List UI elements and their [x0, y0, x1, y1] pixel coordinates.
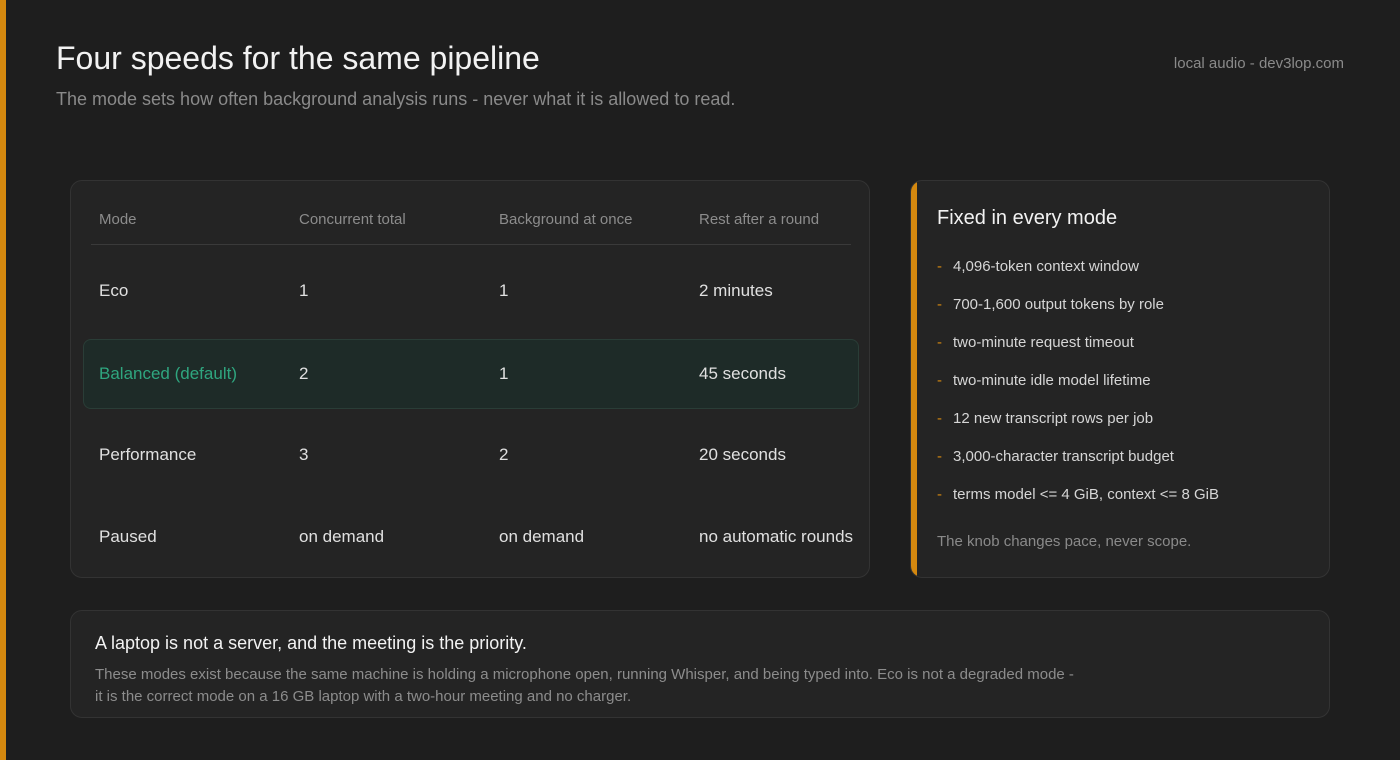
dash-icon: - — [937, 372, 942, 389]
column-header-mode: Mode — [99, 211, 137, 228]
cell-rest: 45 seconds — [699, 364, 786, 383]
dash-icon: - — [937, 448, 942, 465]
cell-mode: Balanced (default) — [99, 364, 237, 383]
table-row-eco: Eco 1 1 2 minutes — [83, 257, 859, 327]
cell-mode: Eco — [99, 281, 129, 300]
table-row-balanced: Balanced (default) 2 1 45 seconds — [83, 339, 859, 409]
cell-rest: 20 seconds — [699, 445, 786, 464]
cell-background: 1 — [499, 364, 509, 383]
page-title: Four speeds for the same pipeline — [56, 40, 540, 76]
dash-icon: - — [937, 486, 942, 503]
page-subtitle: The mode sets how often background analy… — [56, 89, 736, 109]
list-item: -12 new transcript rows per job — [937, 410, 1154, 427]
cell-mode: Paused — [99, 527, 157, 546]
table-row-performance: Performance 3 2 20 seconds — [83, 421, 859, 491]
cell-concurrent: 2 — [299, 364, 309, 383]
list-item: - terms model <= 4 GiB, context <= 8 GiB — [937, 486, 1219, 503]
note-title: A laptop is not a server, and the meetin… — [95, 633, 527, 653]
cell-concurrent: 1 — [299, 281, 309, 300]
left-accent-bar — [0, 0, 6, 760]
cell-rest: no automatic rounds — [699, 527, 854, 546]
modes-table: Mode Concurrent total Background at once… — [70, 180, 870, 578]
dash-icon: - — [937, 258, 942, 275]
cell-background: on demand — [499, 527, 585, 546]
column-header-concurrent: Concurrent total — [299, 211, 406, 228]
cell-background: 1 — [499, 281, 509, 300]
priority-note-card: A laptop is not a server, and the meetin… — [70, 610, 1330, 718]
cell-concurrent: 3 — [299, 445, 309, 464]
column-header-rest: Rest after a round — [699, 211, 820, 228]
cell-background: 2 — [499, 445, 509, 464]
dash-icon: - — [937, 410, 942, 427]
cell-mode: Performance — [99, 445, 197, 464]
fixed-card-title: Fixed in every mode — [937, 207, 1118, 229]
cell-concurrent: on demand — [299, 527, 385, 546]
list-item: -700-1,600 output tokens by role — [937, 296, 1164, 313]
list-item: -4,096-token context window — [937, 258, 1139, 275]
column-header-background: Background at once — [499, 211, 633, 228]
cell-rest: 2 minutes — [699, 281, 773, 300]
card-accent-bar — [911, 181, 917, 577]
dash-icon: - — [937, 296, 942, 313]
table-header: Mode Concurrent total Background at once… — [91, 181, 851, 245]
fixed-settings-list: -4,096-token context window -700-1,600 o… — [937, 258, 1219, 524]
note-body: These modes exist because the same machi… — [95, 666, 1074, 705]
list-item: - two-minute request timeout — [937, 334, 1134, 351]
source-label: local audio - dev3lop.com — [1173, 55, 1344, 72]
table-row-paused: Paused on demand on demand no automatic … — [83, 503, 859, 573]
list-item: - two-minute idle model lifetime — [937, 372, 1151, 389]
list-item: -3,000-character transcript budget — [937, 448, 1174, 465]
fixed-settings-card: Fixed in every mode -4,096-token context… — [910, 180, 1330, 578]
dash-icon: - — [937, 334, 942, 351]
fixed-card-note: The knob changes pace, never scope. — [937, 533, 1192, 550]
